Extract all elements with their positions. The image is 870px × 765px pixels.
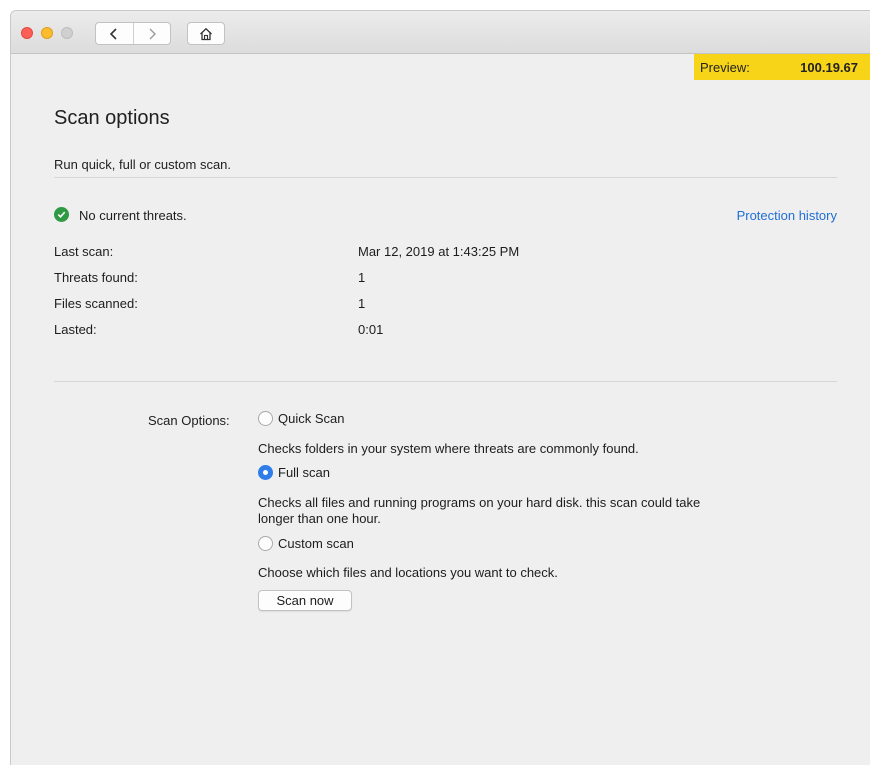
preview-version: 100.19.67 bbox=[800, 59, 858, 75]
divider bbox=[54, 381, 837, 382]
chevron-left-icon bbox=[110, 27, 117, 40]
custom-scan-description: Choose which files and locations you wan… bbox=[258, 565, 558, 580]
full-scan-label: Full scan bbox=[278, 465, 331, 480]
page-subtitle: Run quick, full or custom scan. bbox=[54, 157, 232, 172]
check-circle-icon bbox=[54, 207, 69, 222]
navigation-buttons bbox=[95, 22, 171, 45]
full-scan-option[interactable]: Full scan bbox=[258, 465, 330, 480]
files-scanned-value: 1 bbox=[358, 296, 366, 311]
last-scan-value: Mar 12, 2019 at 1:43:25 PM bbox=[358, 244, 520, 259]
full-scan-radio[interactable] bbox=[258, 465, 273, 480]
title-bar bbox=[11, 11, 870, 54]
preview-banner: Preview: 100.19.67 bbox=[694, 54, 870, 80]
threats-found-value: 1 bbox=[358, 270, 366, 285]
quick-scan-radio[interactable] bbox=[258, 411, 273, 426]
threats-found-label: Threats found: bbox=[54, 270, 138, 285]
last-scan-label: Last scan: bbox=[54, 244, 114, 259]
threat-status-row: No current threats. Protection history bbox=[54, 206, 837, 226]
quick-scan-option[interactable]: Quick Scan bbox=[258, 411, 344, 426]
threat-status-text: No current threats. bbox=[79, 208, 187, 223]
lasted-value: 0:01 bbox=[358, 322, 384, 337]
app-window: Preview: 100.19.67 Scan options Run quic… bbox=[10, 10, 870, 765]
custom-scan-label: Custom scan bbox=[278, 536, 354, 551]
home-icon bbox=[200, 27, 212, 40]
zoom-window-button[interactable] bbox=[61, 27, 73, 39]
minimize-window-button[interactable] bbox=[41, 27, 53, 39]
protection-history-link[interactable]: Protection history bbox=[737, 208, 837, 223]
close-window-button[interactable] bbox=[21, 27, 33, 39]
preview-label: Preview: bbox=[700, 59, 750, 75]
home-button[interactable] bbox=[187, 22, 225, 45]
custom-scan-option[interactable]: Custom scan bbox=[258, 536, 354, 551]
full-scan-description: Checks all files and running programs on… bbox=[258, 495, 701, 526]
scan-options-label: Scan Options: bbox=[148, 413, 230, 428]
forward-button[interactable] bbox=[132, 23, 171, 44]
page-title: Scan options bbox=[54, 107, 170, 129]
quick-scan-description: Checks folders in your system where thre… bbox=[258, 441, 639, 456]
divider bbox=[54, 177, 837, 178]
chevron-right-icon bbox=[149, 28, 156, 39]
back-button[interactable] bbox=[96, 23, 133, 44]
lasted-label: Lasted: bbox=[54, 322, 97, 337]
quick-scan-label: Quick Scan bbox=[278, 411, 345, 426]
files-scanned-label: Files scanned: bbox=[54, 296, 138, 311]
scan-now-button[interactable]: Scan now bbox=[258, 590, 352, 611]
custom-scan-radio[interactable] bbox=[258, 536, 273, 551]
